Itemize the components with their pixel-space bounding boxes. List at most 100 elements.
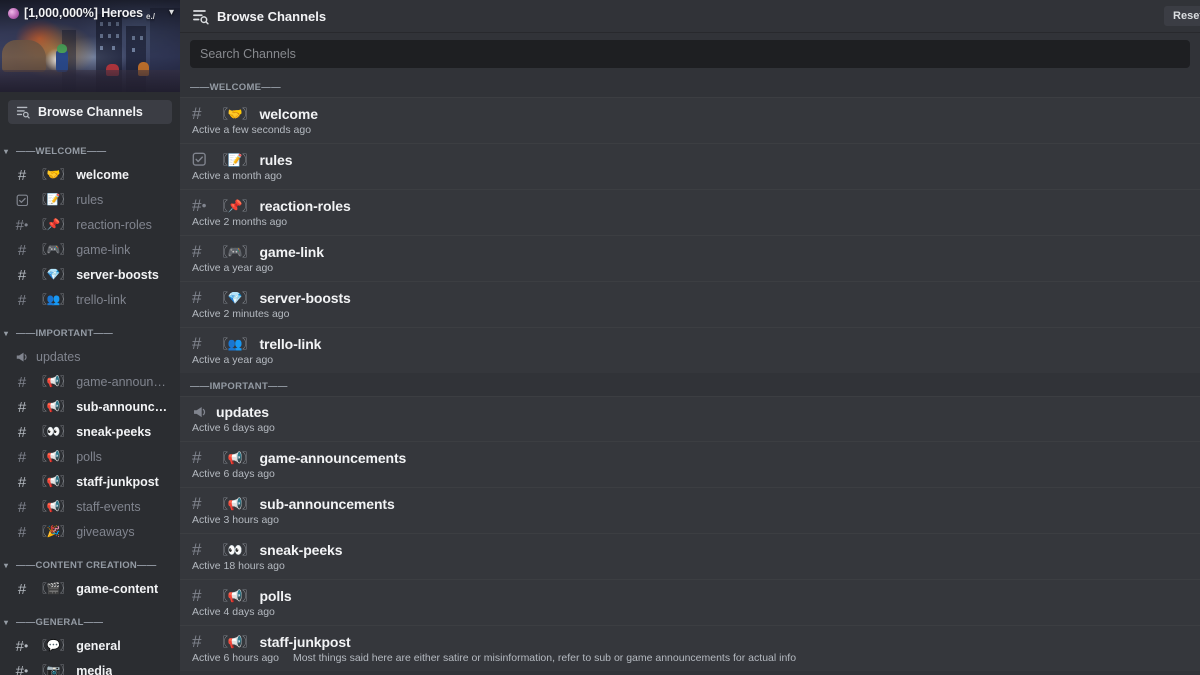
sidebar-item-general[interactable]: # ● 〖💬〗 general: [8, 634, 172, 658]
hash-icon: #: [17, 241, 27, 259]
channel-row[interactable]: updates Active 6 days ago: [180, 396, 1200, 442]
browse-channels-icon: [16, 105, 30, 119]
search-input[interactable]: [200, 47, 1180, 61]
channel-emoji-icon: 〖📷〗: [36, 664, 71, 675]
sidebar-category[interactable]: ▾ ——CONTENT CREATION——: [0, 554, 180, 576]
channel-row-header: # ● 〖📌〗 reaction-roles: [192, 197, 1190, 214]
sidebar-item-label: updates: [36, 350, 81, 364]
channel-row-header: # 〖📢〗 polls: [192, 587, 1190, 604]
sidebar-item-game-content[interactable]: # 〖🎬〗 game-content: [8, 577, 172, 601]
channel-row-header: # 〖📢〗 game-announcements: [192, 449, 1190, 466]
channel-emoji-icon: 〖🎉〗: [36, 525, 71, 538]
reset-button[interactable]: Reset: [1164, 6, 1200, 26]
search-channels-box[interactable]: [190, 40, 1190, 68]
sidebar-category[interactable]: ▾ ——IMPORTANT——: [0, 322, 180, 344]
sidebar-item-media[interactable]: # ● 〖📷〗 media: [8, 659, 172, 675]
channel-row-name: game-link: [259, 243, 324, 260]
channel-emoji-icon: 〖🎬〗: [36, 582, 71, 595]
channel-row[interactable]: 〖📝〗 rules Active a month ago: [180, 143, 1200, 189]
sidebar: [1,000,000%] Heroes e./ ▾ Browse Channel…: [0, 0, 180, 675]
server-badge-icon: [8, 7, 19, 19]
browse-channels-container: Browse Channels: [0, 92, 180, 130]
channel-row-name: sub-announcements: [259, 495, 395, 512]
channel-browse-list[interactable]: ——WELCOME—— # 〖🤝〗 welcome Active a few secon…: [180, 74, 1200, 675]
sidebar-item-sub-announcem[interactable]: # 〖📢〗 sub-announcem…: [8, 395, 172, 419]
channel-row[interactable]: # 〖📢〗 polls Active 4 days ago: [180, 579, 1200, 626]
channel-row-name: staff-junkpost: [259, 633, 351, 650]
sidebar-item-label: welcome: [76, 168, 130, 182]
sidebar-item-welcome[interactable]: # 〖🤝〗 welcome: [8, 163, 172, 187]
hash-icon: #: [192, 288, 202, 307]
chevron-down-icon[interactable]: ▾: [4, 147, 14, 156]
main-panel: Browse Channels Reset ——WELCOME—— # 〖🤝〗 wel…: [180, 0, 1200, 675]
sidebar-item-giveaways[interactable]: # 〖🎉〗 giveaways: [8, 520, 172, 544]
channel-emoji-icon: 〖🎮〗: [36, 243, 71, 256]
sidebar-item-label: sub-announcem…: [76, 400, 168, 414]
channel-row-name: trello-link: [259, 335, 322, 352]
browse-channels-label: Browse Channels: [38, 105, 143, 119]
rules-icon: [14, 194, 30, 207]
channel-emoji-icon: 〖📢〗: [36, 475, 71, 488]
channel-row[interactable]: # 〖📢〗 sub-announcements Active 3 hours ago: [180, 487, 1200, 534]
channel-emoji-icon: 〖📢〗: [36, 400, 71, 413]
rules-icon: [192, 152, 210, 167]
channel-row-header: # 〖📢〗 sub-announcements: [192, 495, 1190, 512]
channel-emoji-icon: 〖💎〗: [36, 268, 71, 281]
sidebar-item-server-boosts[interactable]: # 〖💎〗 server-boosts: [8, 263, 172, 287]
sidebar-item-rules[interactable]: 〖📝〗 rules: [8, 188, 172, 212]
hash-icon: #: [17, 498, 27, 516]
channel-description: Most things said here are either satire …: [292, 652, 797, 665]
channel-row-meta: Active a year ago: [192, 262, 1190, 274]
sidebar-item-updates[interactable]: updates: [8, 345, 172, 369]
sidebar-channel-list[interactable]: ▾ ——WELCOME—— # 〖🤝〗 welcome 〖📝〗 rules # ● 〖📌〗 reac…: [0, 130, 180, 675]
sidebar-item-trello-link[interactable]: # 〖👥〗 trello-link: [8, 288, 172, 312]
channel-row-meta: Active 6 hours ago Most things said here …: [192, 652, 1190, 664]
channel-emoji-icon: 〖📢〗: [216, 589, 254, 604]
sidebar-category[interactable]: ▾ ——GENERAL——: [0, 611, 180, 633]
hash-icon: #: [17, 580, 27, 598]
channel-emoji-icon: 〖💬〗: [36, 639, 71, 652]
chevron-down-icon[interactable]: ▾: [4, 561, 14, 570]
sidebar-item-reaction-roles[interactable]: # ● 〖📌〗 reaction-roles: [8, 213, 172, 237]
channel-row-name: game-announcements: [259, 449, 407, 466]
channel-activity-status: Active 2 minutes ago: [192, 308, 290, 320]
channel-row-name: rules: [259, 151, 293, 168]
sidebar-item-staff-junkpost[interactable]: # 〖📢〗 staff-junkpost: [8, 470, 172, 494]
channel-row[interactable]: # 〖🎮〗 game-link Active a year ago: [180, 235, 1200, 281]
chevron-down-icon[interactable]: ▾: [4, 329, 14, 338]
announcement-icon: [192, 404, 210, 420]
channel-row-header: # 〖👥〗 trello-link: [192, 335, 1190, 352]
sidebar-item-polls[interactable]: # 〖📢〗 polls: [8, 445, 172, 469]
channel-row[interactable]: # 〖💎〗 server-boosts Active 2 minutes ago: [180, 281, 1200, 327]
hash-icon: #: [192, 242, 202, 261]
hash-icon: #: [192, 104, 202, 123]
channel-row[interactable]: # 〖🤝〗 welcome Active a few seconds ago: [180, 97, 1200, 143]
sidebar-item-staff-events[interactable]: # 〖📢〗 staff-events: [8, 495, 172, 519]
browse-channels-button[interactable]: Browse Channels: [8, 100, 172, 124]
hash-icon: #: [17, 423, 27, 441]
channel-row[interactable]: # 〖👥〗 trello-link Active a year ago: [180, 327, 1200, 373]
channel-row[interactable]: # 〖📢〗 staff-junkpost Active 6 hours ago Most…: [180, 625, 1200, 672]
sidebar-category-label: ——WELCOME——: [16, 145, 107, 157]
channel-row[interactable]: # 〖👀〗 sneak-peeks Active 18 hours ago: [180, 533, 1200, 580]
sidebar-item-game-link[interactable]: # 〖🎮〗 game-link: [8, 238, 172, 262]
channel-emoji-icon: 〖📢〗: [36, 375, 71, 388]
sidebar-item-game-announce[interactable]: # 〖📢〗 game-announce…: [8, 370, 172, 394]
sidebar-item-label: game-announce…: [76, 375, 168, 389]
server-header[interactable]: [1,000,000%] Heroes e./ ▾: [0, 0, 180, 26]
discord-browse-channels-window: [1,000,000%] Heroes e./ ▾ Browse Channel…: [0, 0, 1200, 675]
channel-emoji-icon: 〖🎮〗: [216, 245, 254, 259]
sidebar-category[interactable]: ▾ ——WELCOME——: [0, 140, 180, 162]
channel-emoji-icon: 〖📢〗: [36, 450, 71, 463]
channel-row[interactable]: # ● 〖📌〗 reaction-roles Active 2 months ago: [180, 189, 1200, 235]
channel-row[interactable]: # 〖📢〗 game-announcements Active 6 days ago: [180, 441, 1200, 488]
page-title: Browse Channels: [217, 8, 327, 24]
hash-icon: #: [17, 166, 27, 184]
chevron-down-icon[interactable]: ▾: [169, 8, 174, 18]
chevron-down-icon[interactable]: ▾: [4, 618, 14, 627]
channel-row-meta: Active 18 hours ago: [192, 560, 1190, 572]
sidebar-item-sneak-peeks[interactable]: # 〖👀〗 sneak-peeks: [8, 420, 172, 444]
channel-row-name: sneak-peeks: [259, 541, 343, 558]
sidebar-item-label: reaction-roles: [76, 218, 152, 232]
channel-activity-status: Active a year ago: [192, 354, 274, 366]
